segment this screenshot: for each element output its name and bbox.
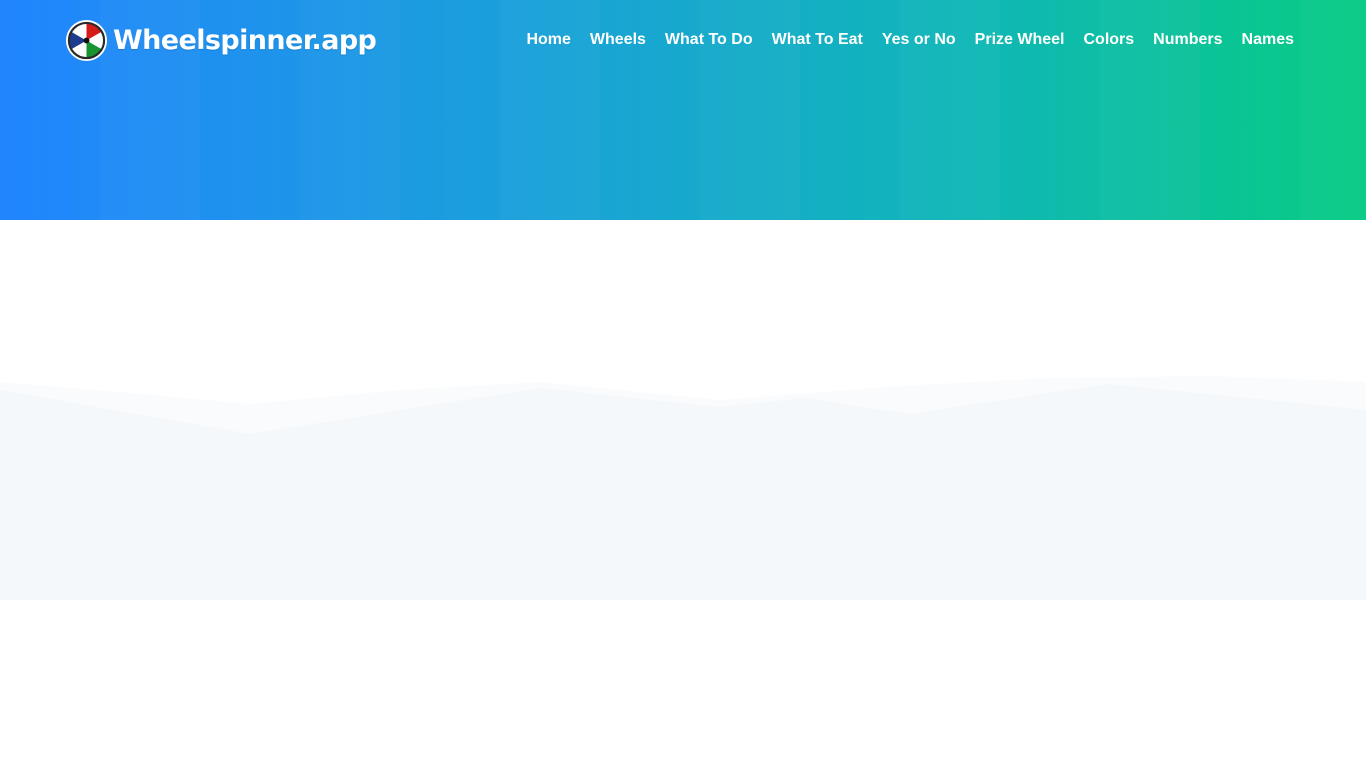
- brand-name: Wheelspinner.app: [113, 24, 377, 56]
- nav-link-names[interactable]: Names: [1242, 31, 1294, 49]
- nav-link-what-to-do[interactable]: What To Do: [665, 31, 753, 49]
- brand-home-link[interactable]: Wheelspinner.app: [65, 18, 377, 62]
- nav-link-what-to-eat[interactable]: What To Eat: [772, 31, 863, 49]
- hero-header: Wheelspinner.app Home Wheels What To Do …: [0, 0, 1366, 220]
- nav-link-wheels[interactable]: Wheels: [590, 31, 646, 49]
- main-navigation: Home Wheels What To Do What To Eat Yes o…: [526, 27, 1294, 53]
- nav-link-yes-or-no[interactable]: Yes or No: [882, 31, 956, 49]
- nav-link-numbers[interactable]: Numbers: [1153, 31, 1222, 49]
- nav-link-home[interactable]: Home: [526, 31, 570, 49]
- spinning-wheel-logo-icon: [65, 19, 108, 61]
- nav-link-colors[interactable]: Colors: [1083, 31, 1134, 49]
- wave-divider: [0, 376, 1366, 600]
- nav-link-prize-wheel[interactable]: Prize Wheel: [975, 31, 1065, 49]
